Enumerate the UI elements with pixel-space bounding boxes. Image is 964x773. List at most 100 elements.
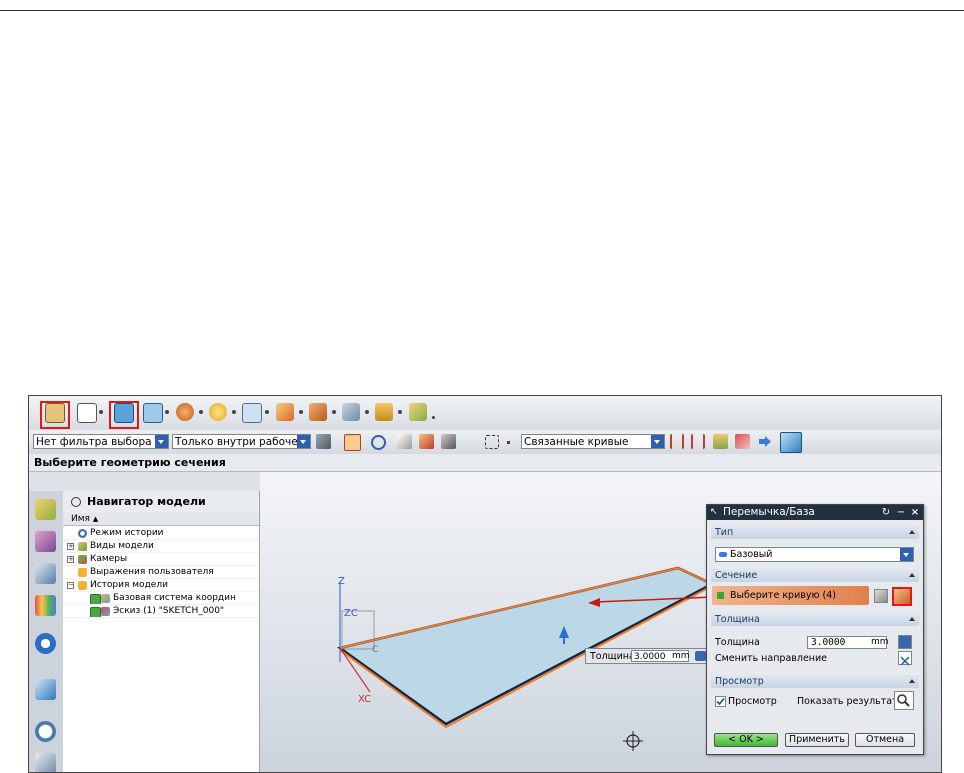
rectangle-select-icon[interactable] [485,435,499,449]
tree-row[interactable]: + Камеры [63,553,259,566]
assembly-navigator-icon[interactable] [35,499,56,520]
dropdown-arrow-icon[interactable] [99,410,103,414]
datum-icon[interactable] [176,403,194,421]
collapse-icon[interactable]: − [67,582,74,589]
pattern-icon[interactable] [242,403,262,423]
views-icon [78,542,87,551]
extrude-icon[interactable] [114,403,134,423]
section-type-header[interactable]: Тип [711,526,919,539]
curve-rule-select[interactable]: Связанные кривые [521,434,665,449]
web-browser-icon[interactable] [35,679,56,700]
apply-button[interactable]: Применить [785,733,849,747]
axis-xc-label: XC [358,694,372,705]
dropdown-arrow-icon[interactable] [265,410,269,414]
sketch-section-button[interactable] [874,589,888,603]
reuse-library-icon[interactable] [35,595,56,616]
section-thickness-header[interactable]: Толщина [711,613,919,626]
section-preview-header[interactable]: Просмотр [711,675,919,688]
dropdown-arrow-icon[interactable] [332,410,336,414]
dropdown-arrow-icon[interactable] [232,410,236,414]
dropdown-arrow-icon[interactable] [165,410,169,414]
folder-icon [78,568,87,577]
hd3d-icon[interactable] [35,633,56,654]
column-header-name[interactable]: Имя ▲ [63,513,259,526]
dropdown-arrow-icon[interactable] [299,410,303,414]
thickness-label: Толщина [590,651,635,662]
dropdown-arrow-icon[interactable] [199,410,203,414]
checkbox-icon [90,594,101,604]
tree-row[interactable]: Эскиз (1) "SKETCH_000" [63,605,259,618]
tree-row[interactable]: − История модели [63,579,259,592]
cancel-button[interactable]: Отмена [855,733,915,747]
dropdown-arrow-icon[interactable] [398,410,402,414]
formula-icon[interactable] [695,651,706,661]
type-select[interactable]: Базовый [715,547,914,562]
sketch-icon [101,607,110,616]
section-section-header[interactable]: Сечение [711,569,919,582]
sketch-task-icon[interactable] [45,403,65,423]
page-rule [0,10,964,11]
magnifier-icon [897,694,910,707]
follow-fillet-icon[interactable] [691,434,705,449]
snap-point-icon[interactable] [344,434,361,451]
select-body-icon[interactable] [397,434,412,449]
constraint-navigator-icon[interactable] [35,531,56,552]
reverse-icon [900,656,910,666]
shell-icon[interactable] [342,403,360,421]
expand-icon[interactable]: + [67,556,74,563]
rotate-icon[interactable] [419,434,434,449]
edit-feature-icon[interactable] [409,403,427,421]
blend-icon[interactable] [276,403,294,421]
select-curve-field[interactable]: Выберите кривую (4) [712,586,869,605]
dialog-pin-icon[interactable]: ↖ [710,505,718,520]
history-icon[interactable] [35,721,56,742]
collapse-dialog-icon[interactable]: − [894,505,908,520]
tree-row[interactable]: Режим истории [63,527,259,540]
part-navigator-icon[interactable] [35,563,56,584]
formula-icon[interactable] [898,635,912,649]
show-result-label: Показать результат [797,696,898,707]
arrow-right-icon[interactable] [757,434,772,449]
hole-icon[interactable] [209,403,227,421]
undo-icon[interactable] [371,435,386,450]
path-icon[interactable] [735,434,750,449]
expand-icon[interactable]: + [67,543,74,550]
camera-icon [78,555,87,564]
type-icon [719,552,727,557]
tree-row[interactable]: Базовая система координ [63,592,259,605]
filter-select[interactable]: Нет фильтра выбора [33,434,169,449]
preview-checkbox[interactable] [715,696,726,707]
dropdown-arrow-icon[interactable] [365,410,369,414]
revolve-icon[interactable] [143,403,163,423]
feature-curves-icon[interactable] [713,434,728,449]
ok-button[interactable]: < OK > [714,733,778,747]
tree-label: Режим истории [90,528,164,538]
scope-select[interactable]: Только внутри рабочей д [172,434,311,449]
dialog-titlebar[interactable]: ↖ Перемычка/База ↻ − × [707,505,923,520]
reverse-direction-label: Сменить направление [715,653,828,664]
model-navigator: Навигатор модели Имя ▲ Режим истории + В… [63,491,260,772]
sketch-plane-icon[interactable] [77,403,97,423]
deselect-all-icon[interactable] [316,434,331,449]
tree-row[interactable]: Выражения пользователя [63,566,259,579]
chamfer-icon[interactable] [309,403,327,421]
close-icon[interactable]: × [908,505,922,520]
onscreen-thickness-input[interactable]: Толщина 3.0000 mm [585,648,709,664]
trim-icon[interactable] [375,403,393,421]
dropdown-arrow-icon[interactable] [507,441,510,444]
reset-icon[interactable]: ↻ [879,505,893,520]
curve-section-button[interactable] [892,587,912,606]
show-result-button[interactable] [894,691,914,710]
reverse-direction-button[interactable] [898,651,912,666]
tree-row[interactable]: + Виды модели [63,540,259,553]
axis-z-label: Z [338,576,345,587]
sort-up-icon: ▲ [92,515,99,523]
stop-at-intersection-icon[interactable] [670,434,684,449]
curve-icon[interactable] [441,434,456,449]
chevron-up-icon [909,573,915,577]
pin-icon[interactable] [71,497,81,507]
system-materials-icon[interactable] [35,753,56,772]
toolbar-overflow-icon[interactable] [432,416,435,419]
view-cube-icon[interactable] [780,432,802,453]
preview-label: Просмотр [728,696,777,707]
